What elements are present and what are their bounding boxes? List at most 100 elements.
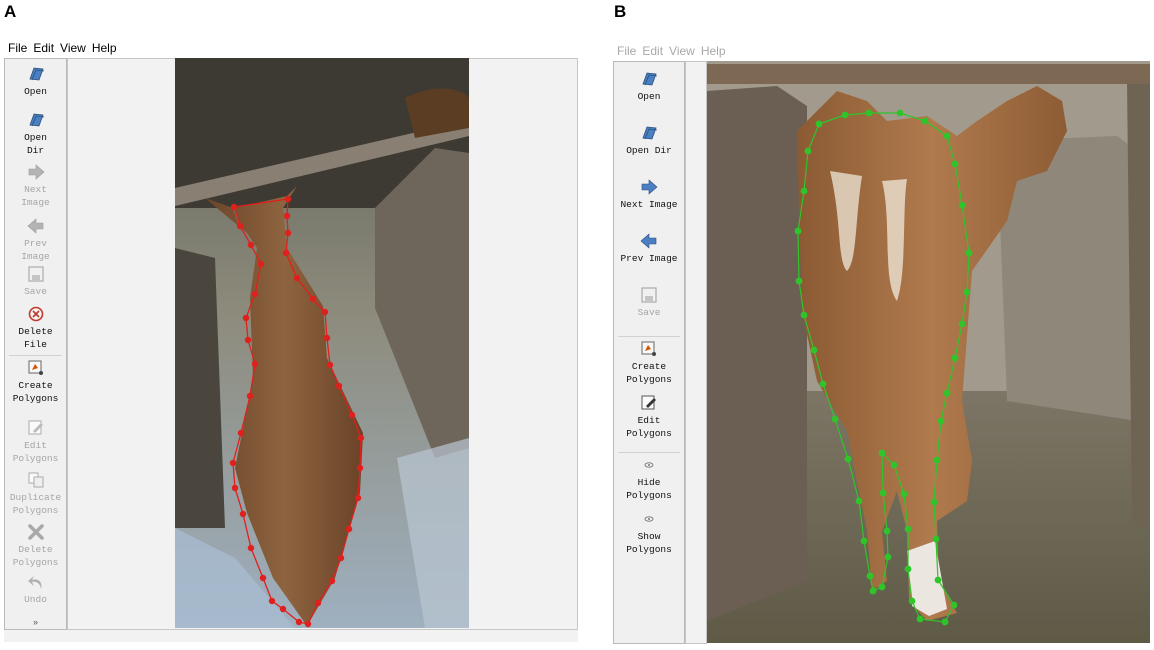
- polygon-vertex[interactable]: [268, 597, 276, 605]
- polygon-vertex[interactable]: [251, 360, 259, 368]
- polygon-vertex[interactable]: [247, 241, 255, 249]
- polygon-vertex[interactable]: [328, 577, 336, 585]
- polygon-vertex[interactable]: [284, 195, 292, 203]
- open-dir-button[interactable]: Open Dir: [5, 111, 66, 157]
- edit-polygons-button[interactable]: Edit Polygons: [5, 419, 66, 465]
- polygon-vertex[interactable]: [958, 320, 966, 328]
- menu-file[interactable]: File: [8, 41, 27, 55]
- polygon-vertex[interactable]: [242, 314, 250, 322]
- toolbar-overflow-indicator[interactable]: »: [5, 617, 66, 627]
- polygon-vertex[interactable]: [965, 249, 973, 257]
- polygon-vertex[interactable]: [295, 618, 303, 626]
- polygon-vertex[interactable]: [283, 212, 291, 220]
- polygon-vertex[interactable]: [937, 417, 945, 425]
- menu-edit[interactable]: Edit: [33, 41, 54, 55]
- prev-image-button[interactable]: Prev Image: [5, 217, 66, 263]
- open-button[interactable]: Open: [614, 70, 684, 103]
- polygon-vertex[interactable]: [930, 498, 938, 506]
- polygon-vertex[interactable]: [321, 308, 329, 316]
- next-image-button[interactable]: Next Image: [5, 163, 66, 209]
- polygon-vertex[interactable]: [800, 311, 808, 319]
- polygon-vertex[interactable]: [246, 392, 254, 400]
- polygon-vertex[interactable]: [247, 544, 255, 552]
- undo-button[interactable]: Undo: [5, 573, 66, 606]
- cattle-image-a[interactable]: [175, 58, 469, 628]
- cattle-image-b[interactable]: [707, 61, 1150, 643]
- polygon-vertex[interactable]: [357, 434, 365, 442]
- polygon-vertex[interactable]: [963, 288, 971, 296]
- polygon-vertex[interactable]: [309, 295, 317, 303]
- polygon-vertex[interactable]: [251, 290, 259, 298]
- polygon-vertex[interactable]: [237, 429, 245, 437]
- polygon-vertex[interactable]: [794, 227, 802, 235]
- create-polygons-button[interactable]: Create Polygons: [5, 359, 66, 405]
- polygon-vertex[interactable]: [950, 601, 958, 609]
- polygon-vertex[interactable]: [282, 249, 290, 257]
- canvas-area-b[interactable]: [685, 61, 707, 644]
- polygon-vertex[interactable]: [904, 525, 912, 533]
- polygon-vertex[interactable]: [337, 554, 345, 562]
- polygon-vertex[interactable]: [878, 583, 886, 591]
- polygon-vertex[interactable]: [896, 109, 904, 117]
- polygon-vertex[interactable]: [933, 456, 941, 464]
- next-image-button[interactable]: Next Image: [614, 178, 684, 211]
- polygon-vertex[interactable]: [257, 260, 265, 268]
- polygon-vertex[interactable]: [865, 109, 873, 117]
- polygon-vertex[interactable]: [345, 525, 353, 533]
- polygon-vertex[interactable]: [866, 572, 874, 580]
- save-button[interactable]: Save: [5, 265, 66, 298]
- polygon-vertex[interactable]: [326, 361, 334, 369]
- polygon-vertex[interactable]: [354, 494, 362, 502]
- delete-file-button[interactable]: Delete File: [5, 305, 66, 351]
- polygon-vertex[interactable]: [800, 187, 808, 195]
- polygon-vertex[interactable]: [259, 574, 267, 582]
- menu-edit[interactable]: Edit: [642, 44, 663, 58]
- polygon-vertex[interactable]: [236, 222, 244, 230]
- polygon-vertex[interactable]: [951, 160, 959, 168]
- polygon-vertex[interactable]: [908, 597, 916, 605]
- polygon-vertex[interactable]: [348, 411, 356, 419]
- polygon-vertex[interactable]: [831, 415, 839, 423]
- polygon-vertex[interactable]: [231, 484, 239, 492]
- polygon-vertex[interactable]: [819, 380, 827, 388]
- duplicate-polygons-button[interactable]: Duplicate Polygons: [5, 471, 66, 517]
- polygon-vertex[interactable]: [335, 382, 343, 390]
- delete-polygons-button[interactable]: Delete Polygons: [5, 523, 66, 569]
- polygon-vertex[interactable]: [958, 201, 966, 209]
- polygon-vertex[interactable]: [934, 576, 942, 584]
- polygon-vertex[interactable]: [890, 461, 898, 469]
- polygon-vertex[interactable]: [230, 203, 238, 211]
- save-button[interactable]: Save: [614, 286, 684, 319]
- polygon-vertex[interactable]: [304, 620, 312, 628]
- polygon-vertex[interactable]: [841, 111, 849, 119]
- polygon-vertex[interactable]: [943, 389, 951, 397]
- polygon-vertex[interactable]: [932, 535, 940, 543]
- polygon-vertex[interactable]: [879, 489, 887, 497]
- create-polygons-button[interactable]: Create Polygons: [614, 340, 684, 386]
- menu-view[interactable]: View: [669, 44, 695, 58]
- edit-polygons-button[interactable]: Edit Polygons: [614, 394, 684, 440]
- polygon-vertex[interactable]: [878, 449, 886, 457]
- polygon-vertex[interactable]: [916, 615, 924, 623]
- polygon-vertex[interactable]: [279, 605, 287, 613]
- polygon-vertex[interactable]: [900, 490, 908, 498]
- polygon-vertex[interactable]: [244, 336, 252, 344]
- polygon-vertex[interactable]: [229, 459, 237, 467]
- polygon-vertex[interactable]: [314, 599, 322, 607]
- polygon-vertex[interactable]: [860, 537, 868, 545]
- polygon-vertex[interactable]: [883, 527, 891, 535]
- polygon-vertex[interactable]: [810, 346, 818, 354]
- polygon-vertex[interactable]: [869, 587, 877, 595]
- show-polygons-button[interactable]: Show Polygons: [614, 510, 684, 556]
- polygon-vertex[interactable]: [921, 117, 929, 125]
- polygon-vertex[interactable]: [904, 565, 912, 573]
- polygon-vertex[interactable]: [323, 334, 331, 342]
- polygon-vertex[interactable]: [943, 132, 951, 140]
- polygon-vertex[interactable]: [239, 510, 247, 518]
- open-button[interactable]: Open: [5, 65, 66, 98]
- menu-help[interactable]: Help: [701, 44, 726, 58]
- polygon-vertex[interactable]: [804, 147, 812, 155]
- polygon-vertex[interactable]: [815, 120, 823, 128]
- polygon-vertex[interactable]: [284, 229, 292, 237]
- polygon-vertex[interactable]: [941, 618, 949, 626]
